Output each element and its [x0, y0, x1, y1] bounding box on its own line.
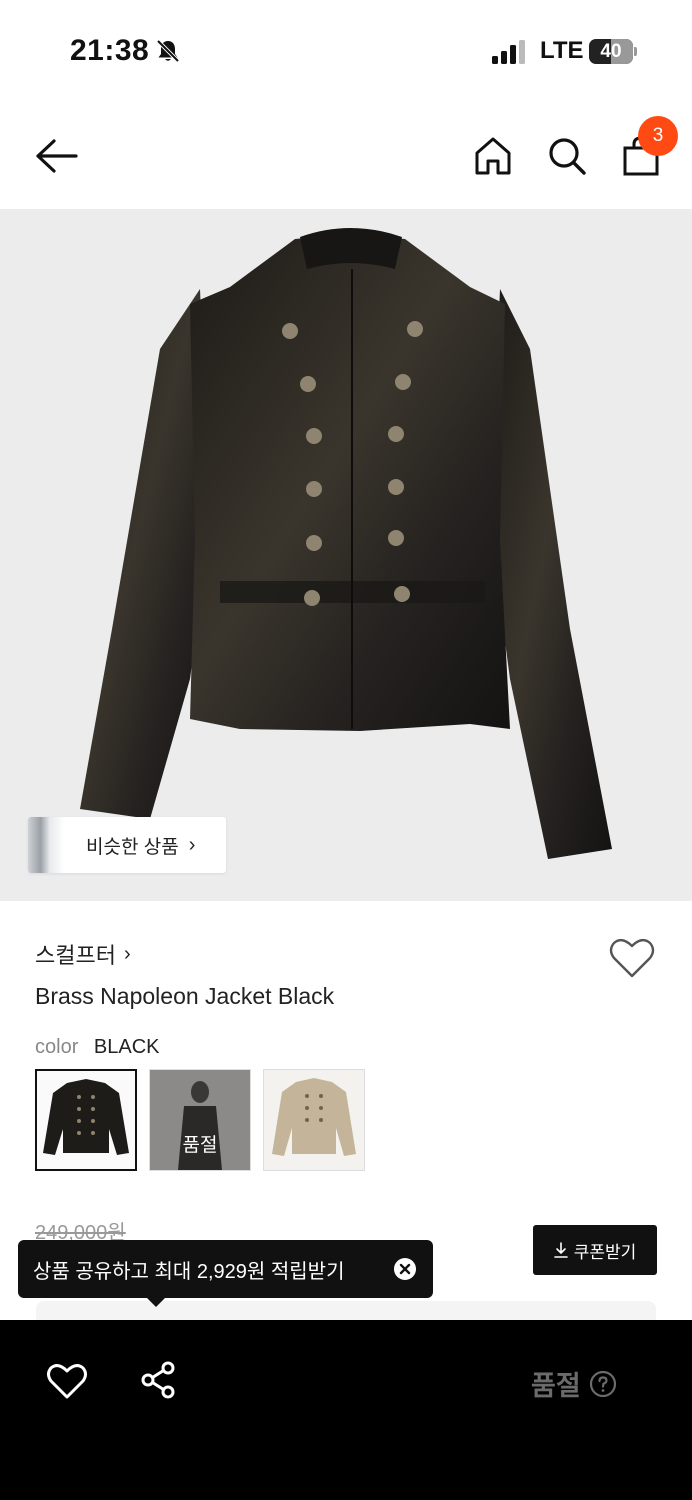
share-reward-tooltip: 상품 공유하고 최대 2,929원 적립받기 [18, 1240, 433, 1298]
soldout-label: 품절 [531, 1371, 581, 1401]
search-icon[interactable] [546, 135, 588, 177]
jacket-illustration [80, 228, 612, 859]
coupon-download-button[interactable]: 쿠폰받기 [533, 1225, 657, 1275]
brand-link[interactable]: 스컬프터 › [35, 938, 131, 970]
status-bar: 21:38 LTE 40 [0, 0, 692, 100]
cellular-signal-icon [492, 40, 525, 64]
tooltip-arrow [145, 1296, 167, 1307]
product-name: Brass Napoleon Jacket Black [35, 983, 335, 1009]
swatch-beige[interactable] [263, 1069, 365, 1171]
bottom-action-bar: 품절 [0, 1320, 692, 1500]
chevron-right-icon: › [123, 942, 131, 965]
back-arrow-icon[interactable] [34, 137, 78, 175]
cart-count-badge: 3 [638, 116, 678, 156]
download-icon [553, 1242, 568, 1258]
swatch-black[interactable] [35, 1069, 137, 1171]
swatch-soldout-label: 품절 [182, 1135, 218, 1156]
battery-level: 40 [600, 41, 622, 62]
bell-muted-icon [156, 39, 180, 63]
product-main-image[interactable] [0, 209, 692, 901]
top-nav [0, 105, 692, 209]
tooltip-text: 상품 공유하고 최대 2,929원 적립받기 [33, 1260, 345, 1283]
network-type: LTE [540, 37, 584, 64]
similar-products-label: 비슷한 상품 [86, 836, 179, 858]
color-swatches: 품절 [35, 1069, 365, 1171]
color-value: BLACK [93, 1036, 160, 1058]
black-jacket-thumb [43, 1079, 129, 1155]
similar-products-button[interactable]: 비슷한 상품 › [28, 817, 226, 873]
heart-icon[interactable] [46, 1362, 88, 1400]
heart-outline-icon[interactable] [608, 936, 656, 980]
beige-jacket-thumb [272, 1078, 356, 1156]
color-option: color BLACK [35, 1036, 160, 1059]
coupon-label: 쿠폰받기 [573, 1242, 637, 1262]
brand-name: 스컬프터 [35, 943, 116, 968]
battery-tip [634, 47, 637, 56]
swatch-model[interactable]: 품절 [149, 1069, 251, 1171]
home-icon[interactable] [472, 135, 514, 177]
similar-product-thumbnail [28, 817, 64, 873]
chevron-right-icon: › [188, 833, 196, 856]
color-label: color [35, 1036, 79, 1058]
help-circle-icon[interactable] [589, 1370, 617, 1398]
clock: 21:38 [70, 34, 150, 67]
share-icon[interactable] [138, 1360, 178, 1400]
battery-icon: 40 [589, 39, 633, 64]
close-icon[interactable] [393, 1257, 417, 1281]
soldout-status: 품절 [531, 1364, 617, 1403]
